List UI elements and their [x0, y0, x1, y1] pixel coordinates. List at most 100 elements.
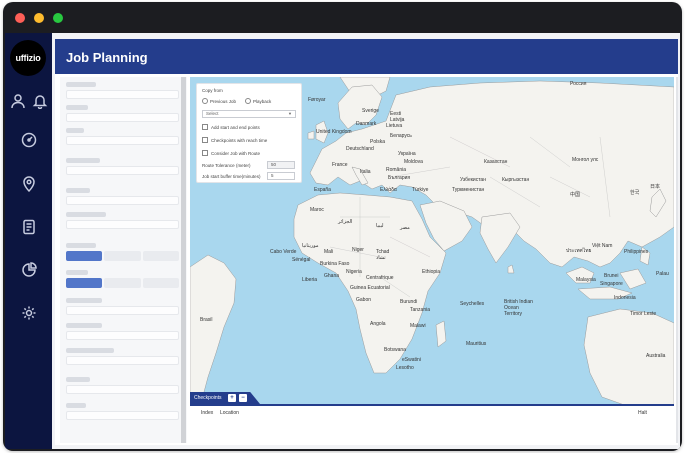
checkbox-consider-route[interactable]	[202, 150, 208, 156]
map-label: Singapore	[600, 281, 623, 287]
map-label: Mali	[324, 249, 334, 255]
close-window-button[interactable]	[15, 13, 25, 23]
speedometer-icon[interactable]	[18, 129, 40, 151]
map-label: Brunei	[604, 273, 619, 279]
map-label: Кыргызстан	[502, 177, 530, 183]
map-label: Niger	[352, 247, 364, 253]
map-label: Sverige	[362, 108, 379, 114]
segmented-control[interactable]	[66, 278, 179, 288]
checkpoints-tab[interactable]: Checkpoints	[190, 392, 260, 404]
map-label: 日本	[650, 184, 661, 190]
form-input[interactable]	[66, 220, 179, 229]
column-header-halt: Halt	[638, 410, 647, 416]
sidebar: uffizio	[5, 33, 52, 449]
radio-previous-job-label: Previous Job	[210, 99, 237, 104]
form-label	[66, 158, 100, 163]
map-label: Ethiopia	[422, 269, 441, 275]
map-label: 中国	[570, 192, 581, 198]
map-label: Indonesia	[614, 295, 636, 301]
checkbox-checkpoints-reach-time[interactable]	[202, 137, 208, 143]
form-label	[66, 243, 96, 248]
segmented-control[interactable]	[66, 251, 179, 261]
remove-checkpoint-button[interactable]: −	[239, 394, 247, 402]
map-label: Туркменистан	[452, 187, 485, 193]
map-label: Tanzania	[410, 307, 431, 313]
panel-scrollbar[interactable]	[181, 77, 186, 443]
checkbox-consider-route-label: Consider Job with Route	[211, 151, 261, 156]
page-header: Job Planning	[55, 39, 678, 74]
map-label: France	[332, 162, 348, 168]
map-label: British Indian Ocean Territory	[504, 299, 533, 317]
map-label: Australia	[646, 353, 666, 359]
window-titlebar	[3, 2, 682, 30]
minimize-window-button[interactable]	[34, 13, 44, 23]
map-label: Italia	[360, 169, 371, 175]
map-label: Lietuva	[386, 123, 403, 129]
user-icon[interactable]	[7, 90, 29, 112]
checkpoints-panel: Checkpoints + − Index Location Halt	[190, 392, 674, 443]
right-border	[676, 77, 678, 443]
form-input[interactable]	[66, 385, 179, 394]
gear-icon[interactable]	[18, 302, 40, 324]
map-label: Україна	[398, 151, 416, 157]
page-title: Job Planning	[66, 50, 148, 65]
radio-playback[interactable]	[245, 98, 251, 104]
checkpoints-tab-label: Checkpoints	[194, 395, 222, 401]
map-label: България	[388, 175, 411, 181]
job-form-panel	[60, 77, 187, 443]
map-label: Mauritius	[466, 341, 487, 347]
chevron-down-icon: ▼	[288, 111, 292, 116]
form-label	[66, 270, 88, 275]
radio-previous-job[interactable]	[202, 98, 208, 104]
map-label: Moldova	[404, 159, 423, 165]
form-input[interactable]	[66, 90, 179, 99]
map-view[interactable]: Føroyar Sverige Eesti Latvija Lietuva Da…	[190, 77, 674, 407]
map-label: Polska	[370, 139, 386, 145]
form-input[interactable]	[66, 356, 179, 365]
form-input[interactable]	[66, 113, 179, 122]
bell-icon[interactable]	[29, 90, 51, 112]
location-pin-icon[interactable]	[18, 173, 40, 195]
map-label: Maroc	[310, 207, 324, 213]
map-label: الجزائر	[338, 219, 353, 225]
pie-chart-icon[interactable]	[18, 259, 40, 281]
map-label: Burkina Faso	[320, 261, 350, 267]
form-input[interactable]	[66, 306, 179, 315]
copy-from-select[interactable]: Select ▼	[202, 110, 296, 118]
map-label: Angola	[370, 321, 386, 327]
map-label: Burundi	[400, 299, 418, 305]
form-label	[66, 323, 102, 328]
route-tolerance-label: Route Tolerance (meter)	[202, 163, 251, 168]
map-label: Malaysia	[576, 277, 596, 283]
form-label	[66, 212, 106, 217]
form-input[interactable]	[66, 166, 179, 175]
map-label: Timor Leste	[630, 311, 657, 317]
form-input[interactable]	[66, 136, 179, 145]
checkbox-start-end-points[interactable]	[202, 124, 208, 130]
map-label: Gabon	[356, 297, 372, 303]
maximize-window-button[interactable]	[53, 13, 63, 23]
form-input[interactable]	[66, 411, 179, 420]
add-checkpoint-button[interactable]: +	[228, 394, 236, 402]
form-input[interactable]	[66, 331, 179, 340]
map-label: Узбекистан	[460, 177, 486, 183]
copy-from-select-value: Select	[206, 111, 219, 116]
map-label: Nigeria	[346, 269, 362, 275]
map-label: United Kingdom	[316, 129, 352, 135]
map-label: Guinea Ecuatorial	[350, 285, 390, 291]
map-label: România	[386, 167, 407, 173]
map-label: Philippines	[624, 249, 649, 255]
map-label: Palau	[656, 271, 669, 277]
app-window: uffizio Job Planning Føroyar Sverige Ees…	[3, 2, 682, 451]
buffer-time-input[interactable]: 5	[267, 172, 295, 180]
form-label	[66, 82, 96, 87]
document-icon[interactable]	[18, 216, 40, 238]
form-input[interactable]	[66, 196, 179, 205]
map-label: Казахстан	[484, 159, 508, 165]
map-label: Ghana	[324, 273, 340, 279]
form-label	[66, 298, 102, 303]
checkpoints-table: Index Location Halt	[190, 404, 674, 443]
map-label: ليبيا	[376, 223, 384, 229]
route-tolerance-input[interactable]: 50	[267, 161, 295, 169]
map-label: ประเทศไทย	[566, 248, 592, 254]
